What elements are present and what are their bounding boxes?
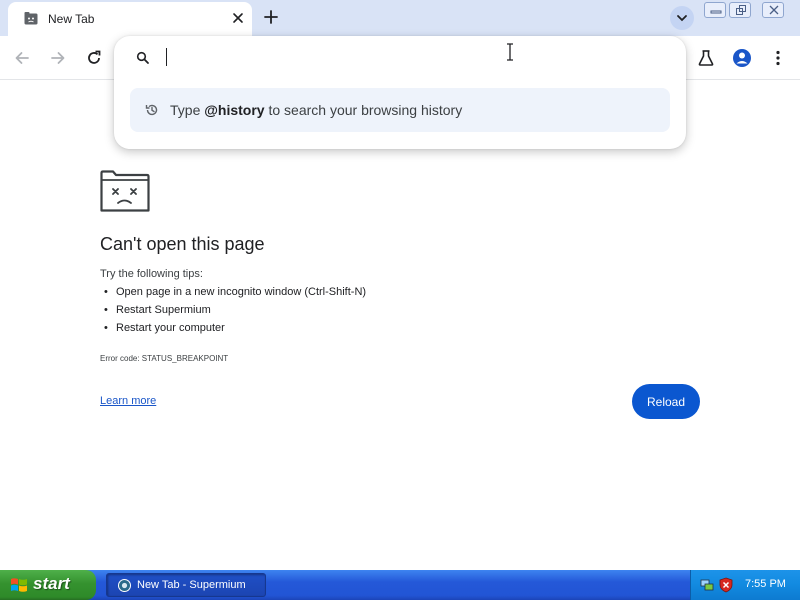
taskbar-window-button[interactable]: New Tab - Supermium [106, 573, 266, 597]
omnibox-input[interactable] [166, 48, 167, 66]
restore-button[interactable] [729, 2, 751, 18]
tab-new-tab[interactable]: New Tab [8, 2, 252, 36]
clock: 7:55 PM [745, 578, 786, 590]
history-suggestion[interactable]: Type @history to search your browsing hi… [130, 88, 670, 132]
taskbar-window-label: New Tab - Supermium [137, 579, 246, 591]
flask-icon[interactable] [696, 48, 716, 68]
network-icon[interactable] [699, 577, 715, 593]
close-window-button[interactable] [762, 2, 784, 18]
error-code: Error code: STATUS_BREAKPOINT [100, 354, 229, 363]
taskbar: start New Tab - Supermium 7:55 PM [0, 570, 800, 600]
minimize-icon [710, 10, 722, 14]
security-alert-icon[interactable] [718, 577, 734, 593]
start-button[interactable]: start [0, 570, 96, 600]
chevron-down-icon [677, 15, 687, 22]
sad-folder-icon [100, 170, 150, 212]
error-title: Can't open this page [100, 234, 265, 254]
tip-item: Open page in a new incognito window (Ctr… [104, 285, 366, 303]
start-label: start [33, 574, 70, 593]
tip-item: Restart Supermium [104, 303, 366, 321]
arrow-right-icon[interactable] [48, 48, 68, 68]
tips-list: Open page in a new incognito window (Ctr… [104, 285, 366, 339]
profile-icon[interactable] [732, 48, 752, 68]
supermium-icon [118, 579, 131, 592]
history-suggestion-text: Type @history to search your browsing hi… [170, 102, 463, 118]
arrow-left-icon[interactable] [12, 48, 32, 68]
close-tab-icon[interactable] [230, 10, 246, 26]
reload-icon[interactable] [84, 48, 104, 68]
system-tray: 7:55 PM [690, 570, 800, 600]
learn-more-link[interactable]: Learn more [100, 395, 156, 407]
tab-title: New Tab [48, 12, 95, 26]
search-icon [136, 51, 149, 64]
omnibox-popup: Type @history to search your browsing hi… [114, 36, 686, 149]
text-cursor-icon [507, 43, 513, 61]
windows-logo-icon [11, 578, 27, 592]
tab-strip: New Tab [0, 0, 800, 36]
tips-label: Try the following tips: [100, 268, 203, 280]
minimize-button[interactable] [704, 2, 726, 18]
kebab-menu-icon[interactable] [768, 48, 788, 68]
restore-icon [736, 5, 746, 15]
close-window-icon [769, 5, 779, 15]
history-icon [145, 104, 158, 116]
new-tab-plus-icon[interactable] [262, 8, 280, 26]
reload-button[interactable]: Reload [632, 384, 700, 419]
tab-search-button[interactable] [670, 6, 694, 30]
new-tab-favicon-icon [24, 12, 38, 25]
tip-item: Restart your computer [104, 321, 366, 339]
